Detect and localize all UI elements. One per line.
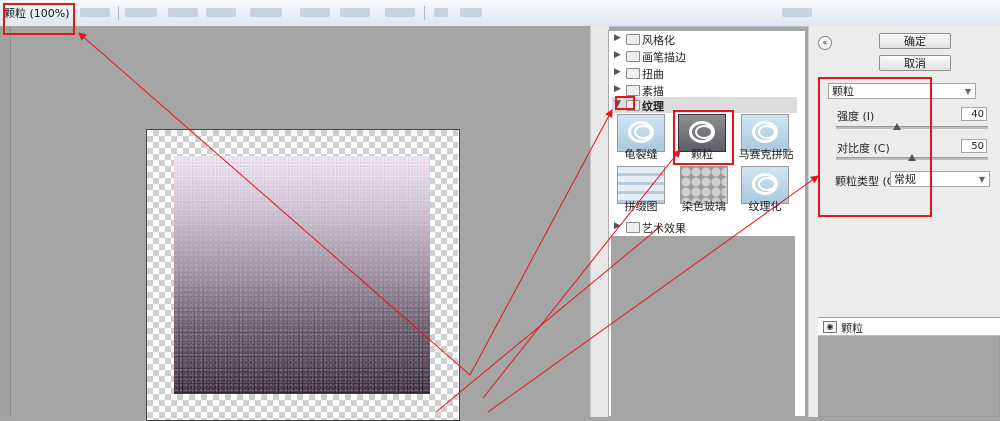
thumb-label: 马赛克拼贴 (738, 148, 794, 161)
ghost-menu-7 (340, 8, 370, 17)
chevron-down-icon: ▼ (978, 175, 985, 184)
ghost-menu-4 (206, 8, 236, 17)
ok-button[interactable]: 确定 (879, 33, 951, 49)
thumb-label: 拼缀图 (624, 200, 658, 213)
swirl-graphic (758, 177, 776, 191)
thumb-label: 龟裂缝 (624, 148, 658, 161)
expand-arrow-icon: ▶ (614, 221, 621, 231)
annotation-box-grain (673, 110, 734, 165)
swirl-graphic (758, 125, 776, 139)
category-label: 艺术效果 (642, 222, 686, 235)
category-label: 纹理 (642, 100, 664, 113)
chevron-down-icon: ▼ (964, 87, 971, 96)
cancel-button[interactable]: 取消 (879, 55, 951, 71)
annotation-box-settings (818, 77, 932, 217)
ghost-tool-2 (460, 8, 482, 17)
thumb-label: 纹理化 (748, 200, 782, 213)
ghost-menu-2 (125, 8, 157, 17)
category-sketch[interactable]: ▶ 素描 (612, 82, 797, 98)
swirl-graphic (634, 125, 652, 139)
intensity-input[interactable]: 40 (961, 107, 987, 121)
eye-icon[interactable]: ◉ (823, 321, 837, 333)
category-label: 扭曲 (642, 68, 664, 81)
expand-arrow-icon: ▶ (614, 33, 621, 43)
expand-arrow-icon: ▶ (614, 84, 621, 94)
collapse-chevron-icon[interactable]: « (818, 36, 832, 50)
folder-icon (626, 85, 640, 96)
category-brush-strokes[interactable]: ▶ 画笔描边 (612, 48, 797, 64)
filter-gallery-empty-area (611, 236, 795, 417)
preview-scroll-edge (0, 26, 11, 417)
category-stylize[interactable]: ▶ 风格化 (612, 31, 797, 47)
folder-icon (626, 34, 640, 45)
folder-icon (626, 68, 640, 79)
category-label: 风格化 (642, 34, 675, 47)
title-bar: 颗粒 (100%) (0, 0, 1000, 27)
annotation-box-texture (615, 96, 635, 110)
panel-divider (590, 26, 609, 417)
ghost-tool-1 (434, 8, 448, 17)
ghost-menu-6 (300, 8, 330, 17)
category-artistic[interactable]: ▶ 艺术效果 (612, 219, 797, 235)
category-distort[interactable]: ▶ 扭曲 (612, 65, 797, 81)
contrast-input[interactable]: 50 (961, 139, 987, 153)
annotation-box-title (3, 3, 75, 35)
ghost-menu-5 (250, 8, 282, 17)
category-label: 画笔描边 (642, 51, 686, 64)
folder-icon (626, 51, 640, 62)
expand-arrow-icon: ▶ (614, 67, 621, 77)
ghost-menu-9 (782, 8, 812, 17)
grain-noise (174, 156, 430, 394)
ghost-menu-1 (80, 8, 110, 17)
expand-arrow-icon: ▶ (614, 50, 621, 60)
effect-layer-label: 颗粒 (841, 322, 863, 335)
ghost-menu-3 (168, 8, 198, 17)
toolbar-separator (118, 6, 119, 20)
ghost-menu-8 (385, 8, 415, 17)
folder-icon (626, 222, 640, 233)
grain-preview-image[interactable] (174, 156, 430, 394)
thumb-label: 染色玻璃 (682, 200, 726, 213)
toolbar-separator (424, 6, 425, 20)
